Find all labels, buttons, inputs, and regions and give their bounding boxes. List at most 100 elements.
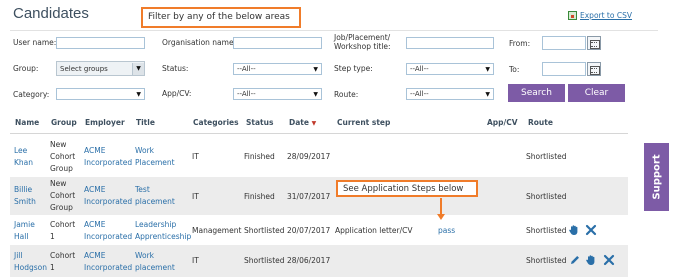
name-line: Jill: [14, 251, 23, 260]
calendar-icon[interactable]: [587, 36, 601, 50]
col-header-name[interactable]: Name: [15, 118, 39, 127]
to-label: To:: [509, 65, 520, 74]
col-header-route[interactable]: Route: [528, 118, 553, 127]
title-line: Leadership: [135, 220, 177, 229]
employer-line: Incorporated: [84, 158, 133, 167]
col-header-date-label: Date: [289, 118, 309, 127]
group-select[interactable]: Select groups ▼: [56, 61, 145, 76]
to-date-input[interactable]: [542, 62, 586, 76]
col-header-employer[interactable]: Employer: [85, 118, 125, 127]
table-header-divider: [10, 133, 628, 134]
chevron-down-icon: ▼: [485, 91, 490, 98]
employer-link[interactable]: ACME Incorporated: [84, 145, 132, 169]
group-line: Cohort: [50, 152, 76, 161]
group-line: Cohort: [50, 220, 76, 229]
status-label: Status:: [162, 64, 189, 73]
route-cell: Shortlisted: [526, 256, 567, 265]
title-link[interactable]: Test placement: [135, 184, 175, 208]
org-name-input[interactable]: [233, 37, 322, 49]
job-title-input[interactable]: [406, 37, 494, 49]
col-header-title[interactable]: Title: [136, 118, 155, 127]
title-line: placement: [135, 197, 175, 206]
date-cell: 28/06/2017: [287, 256, 331, 265]
sort-desc-icon: ▼: [311, 120, 317, 127]
support-tab[interactable]: Support: [644, 143, 669, 211]
employer-line: Incorporated: [84, 197, 133, 206]
export-csv-label: Export to CSV: [580, 11, 632, 20]
status-cell: Shortlisted: [244, 226, 285, 235]
employer-line: Incorporated: [84, 232, 133, 241]
group-cell: New Cohort Group: [50, 139, 75, 175]
group-cell: Cohort 1: [50, 250, 75, 274]
from-date-input[interactable]: [542, 36, 586, 50]
app-cv-label: App/CV:: [162, 89, 192, 98]
category-select[interactable]: ▼: [56, 88, 145, 100]
category-cell: IT: [192, 192, 199, 201]
hand-icon[interactable]: [568, 224, 580, 236]
col-header-status[interactable]: Status: [246, 118, 273, 127]
route-select[interactable]: --All-- ▼: [406, 88, 494, 100]
col-header-app-cv[interactable]: App/CV: [487, 118, 518, 127]
title-link[interactable]: Leadership Apprenticeship: [135, 219, 191, 243]
hand-icon[interactable]: [585, 254, 597, 266]
category-cell: Management: [192, 226, 242, 235]
employer-line: Incorporated: [84, 263, 133, 272]
candidate-name-link[interactable]: Billie Smith: [14, 184, 36, 208]
candidate-name-link[interactable]: Lee Khan: [14, 145, 33, 169]
category-cell: IT: [192, 152, 199, 161]
name-line: Jamie: [14, 220, 35, 229]
employer-link[interactable]: ACME Incorporated: [84, 184, 132, 208]
employer-line: ACME: [84, 146, 106, 155]
employer-link[interactable]: ACME Incorporated: [84, 219, 132, 243]
group-line: New: [50, 179, 67, 188]
group-line: Group: [50, 164, 73, 173]
export-csv-link[interactable]: Export to CSV: [568, 11, 632, 20]
employer-line: ACME: [84, 185, 106, 194]
status-select-value: --All--: [237, 65, 256, 73]
close-icon[interactable]: [603, 254, 615, 266]
status-cell: Finished: [244, 192, 275, 201]
date-cell: 28/09/2017: [287, 152, 331, 161]
chevron-down-icon: ▼: [485, 66, 490, 73]
route-select-value: --All--: [410, 90, 429, 98]
user-name-input[interactable]: [56, 37, 145, 49]
col-header-group[interactable]: Group: [51, 118, 77, 127]
status-cell: Finished: [244, 152, 275, 161]
title-link[interactable]: Work placement: [135, 250, 175, 274]
employer-link[interactable]: ACME Incorporated: [84, 250, 132, 274]
title-line: Apprenticeship: [135, 232, 192, 241]
search-button[interactable]: Search: [508, 84, 565, 102]
pencil-icon[interactable]: [569, 254, 581, 266]
employer-line: ACME: [84, 251, 106, 260]
candidate-name-link[interactable]: Jamie Hall: [14, 219, 35, 243]
col-header-categories[interactable]: Categories: [193, 118, 239, 127]
category-label: Category:: [13, 90, 50, 99]
from-label: From:: [509, 39, 531, 48]
org-name-label: Organisation name:: [162, 38, 237, 47]
title-link[interactable]: Work Placement: [135, 145, 175, 169]
app-cv-select[interactable]: --All-- ▼: [233, 88, 322, 100]
group-label: Group:: [13, 64, 39, 73]
name-line: Hall: [14, 232, 29, 241]
col-header-current-step[interactable]: Current step: [337, 118, 390, 127]
step-type-select[interactable]: --All-- ▼: [406, 63, 494, 75]
clear-button[interactable]: Clear: [568, 84, 625, 102]
group-cell: Cohort 1: [50, 219, 75, 243]
app-cv-result-link[interactable]: pass: [438, 225, 455, 237]
col-header-date[interactable]: Date ▼: [289, 118, 316, 127]
group-line: Cohort: [50, 191, 76, 200]
title-line: placement: [135, 263, 175, 272]
title-line: Work: [135, 251, 154, 260]
name-line: Lee: [14, 146, 28, 155]
name-line: Smith: [14, 197, 36, 206]
employer-line: ACME: [84, 220, 106, 229]
filter-callout: Filter by any of the below areas: [141, 7, 301, 28]
calendar-icon[interactable]: [587, 62, 601, 76]
group-line: Cohort: [50, 251, 76, 260]
spreadsheet-icon: [568, 11, 577, 20]
close-icon[interactable]: [585, 224, 597, 236]
title-line: Placement: [135, 158, 175, 167]
candidate-name-link[interactable]: Jill Hodgson: [14, 250, 47, 274]
status-select[interactable]: --All-- ▼: [233, 63, 322, 75]
chevron-down-icon: ▼: [313, 66, 318, 73]
